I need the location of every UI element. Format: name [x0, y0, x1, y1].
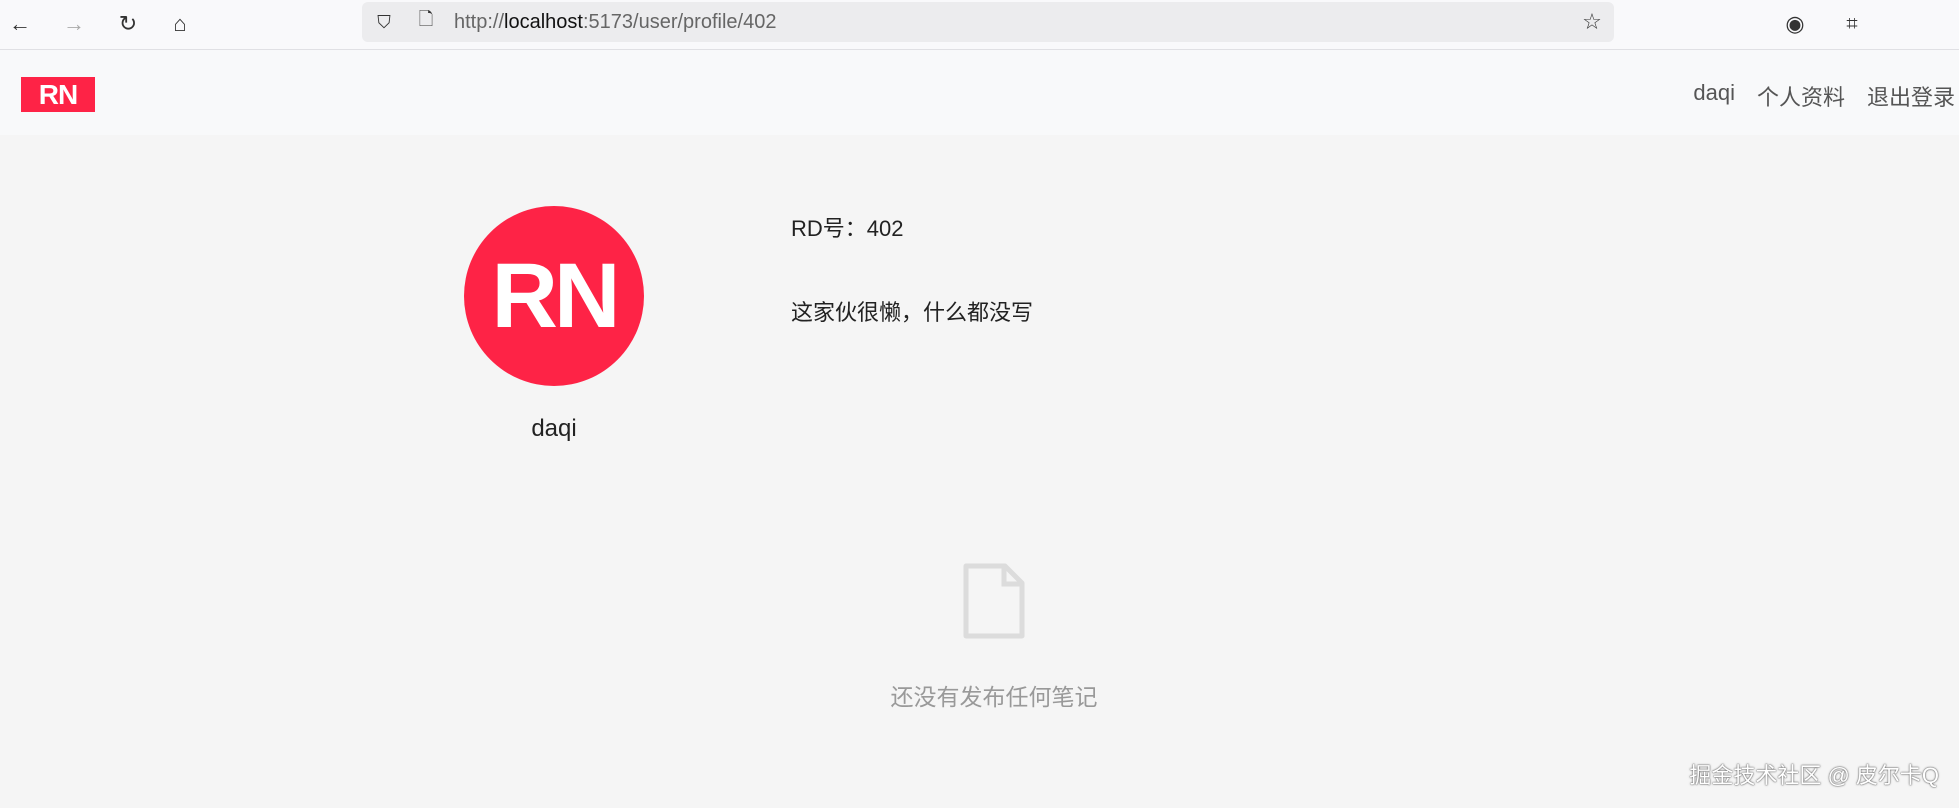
avatar: RN: [464, 206, 644, 386]
home-icon[interactable]: ⌂: [164, 8, 196, 40]
url-text[interactable]: http://localhost:5173/user/profile/402: [454, 11, 776, 34]
shield-icon[interactable]: ⛉: [368, 6, 400, 38]
rd-number: RD号：402: [791, 216, 904, 241]
url-path: :5173/user/profile/402: [582, 11, 777, 33]
crop-icon[interactable]: ⌗: [1836, 8, 1868, 40]
nav: daqi 个人资料 退出登录: [1693, 80, 1955, 112]
back-icon[interactable]: ←: [4, 8, 36, 40]
account-icon[interactable]: ◉: [1779, 8, 1811, 40]
empty-text: 还没有发布任何笔记: [890, 684, 1098, 710]
browser-toolbar: ← → ↻ ⌂ ⛉ 🗋 http://localhost:5173/user/p…: [0, 0, 1959, 50]
profile-name: daqi: [531, 415, 577, 442]
url-prefix: http://: [454, 11, 505, 33]
site-header: RN daqi 个人资料 退出登录: [0, 50, 1959, 135]
star-icon[interactable]: ☆: [1576, 6, 1608, 38]
logo[interactable]: RN: [21, 77, 95, 112]
url-host: localhost: [504, 11, 583, 33]
nav-username[interactable]: daqi: [1693, 80, 1735, 112]
forward-icon[interactable]: →: [58, 8, 90, 40]
nav-logout[interactable]: 退出登录: [1867, 80, 1955, 112]
reload-icon[interactable]: ↻: [112, 8, 144, 40]
bio: 这家伙很懒，什么都没写: [791, 300, 1034, 325]
address-bar[interactable]: ⛉ 🗋 http://localhost:5173/user/profile/4…: [362, 2, 1614, 42]
page-icon: 🗋: [418, 9, 434, 29]
watermark: 掘金技术社区 @ 皮尔卡Q: [1689, 763, 1939, 788]
empty-file-icon: [963, 563, 1025, 639]
nav-profile[interactable]: 个人资料: [1757, 80, 1845, 112]
